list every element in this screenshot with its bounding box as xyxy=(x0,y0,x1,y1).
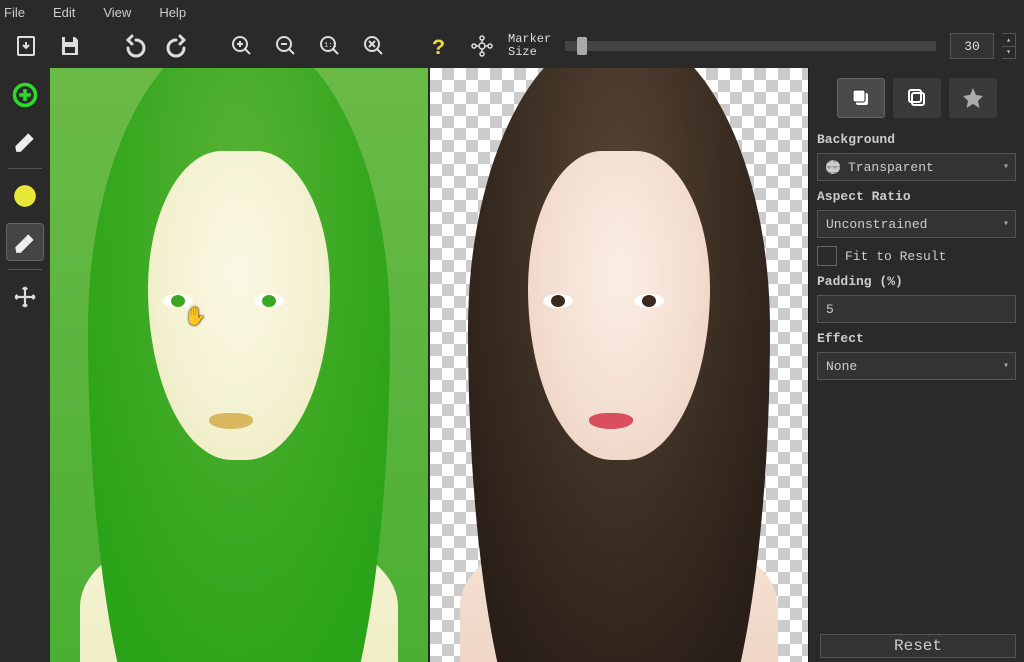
padding-value: 5 xyxy=(826,302,834,317)
redo-button[interactable] xyxy=(160,28,196,64)
move-tool[interactable] xyxy=(6,278,44,316)
canvas-area: ✋ xyxy=(50,68,808,662)
background-mark-tool[interactable] xyxy=(6,177,44,215)
menu-view[interactable]: View xyxy=(89,3,145,22)
zoom-out-button[interactable] xyxy=(268,28,304,64)
toolbar: 1:1 ? Marker Size 30 ▴▾ xyxy=(0,24,1024,68)
undo-button[interactable] xyxy=(116,28,152,64)
reset-button[interactable]: Reset xyxy=(820,634,1016,658)
erase-background-tool[interactable] xyxy=(6,223,44,261)
transparent-swatch-icon xyxy=(826,160,840,174)
aspect-ratio-select[interactable]: Unconstrained xyxy=(817,210,1016,238)
result-panel[interactable] xyxy=(430,68,808,662)
background-label: Background xyxy=(817,132,1016,147)
zoom-fit-button[interactable] xyxy=(356,28,392,64)
marker-size-slider[interactable] xyxy=(565,41,936,51)
side-panel: Background Transparent Aspect Ratio Unco… xyxy=(808,68,1024,662)
source-panel[interactable]: ✋ xyxy=(50,68,428,662)
marker-size-spinner[interactable]: ▴▾ xyxy=(1002,33,1016,59)
background-value: Transparent xyxy=(848,160,934,175)
erase-foreground-tool[interactable] xyxy=(6,122,44,160)
padding-input[interactable]: 5 xyxy=(817,295,1016,323)
nodes-button[interactable] xyxy=(464,28,500,64)
effect-value: None xyxy=(826,359,857,374)
svg-text:?: ? xyxy=(432,36,445,58)
background-select[interactable]: Transparent xyxy=(817,153,1016,181)
effect-select[interactable]: None xyxy=(817,352,1016,380)
menu-help[interactable]: Help xyxy=(145,3,200,22)
slider-thumb[interactable] xyxy=(577,37,587,55)
tab-favorite[interactable] xyxy=(949,78,997,118)
zoom-in-button[interactable] xyxy=(224,28,260,64)
tab-copies[interactable] xyxy=(893,78,941,118)
help-button[interactable]: ? xyxy=(420,28,456,64)
cursor-icon: ✋ xyxy=(184,306,206,328)
padding-label: Padding (%) xyxy=(817,274,1016,289)
effect-label: Effect xyxy=(817,331,1016,346)
open-file-button[interactable] xyxy=(8,28,44,64)
tool-strip xyxy=(0,68,50,662)
svg-text:1:1: 1:1 xyxy=(324,42,337,50)
save-button[interactable] xyxy=(52,28,88,64)
zoom-actual-button[interactable]: 1:1 xyxy=(312,28,348,64)
add-foreground-tool[interactable] xyxy=(6,76,44,114)
aspect-ratio-value: Unconstrained xyxy=(826,217,927,232)
menu-edit[interactable]: Edit xyxy=(39,3,89,22)
menu-file[interactable]: File xyxy=(4,3,39,22)
fit-to-result-checkbox[interactable] xyxy=(817,246,837,266)
fit-to-result-label: Fit to Result xyxy=(845,249,946,264)
menubar: File Edit View Help xyxy=(0,0,1024,24)
marker-size-input[interactable]: 30 xyxy=(950,33,994,59)
tool-separator xyxy=(8,168,42,169)
tab-layers[interactable] xyxy=(837,78,885,118)
selection-mask xyxy=(50,68,428,662)
tool-separator-2 xyxy=(8,269,42,270)
main-area: ✋ Backg xyxy=(0,68,1024,662)
aspect-ratio-label: Aspect Ratio xyxy=(817,189,1016,204)
marker-size-label: Marker Size xyxy=(508,33,551,59)
